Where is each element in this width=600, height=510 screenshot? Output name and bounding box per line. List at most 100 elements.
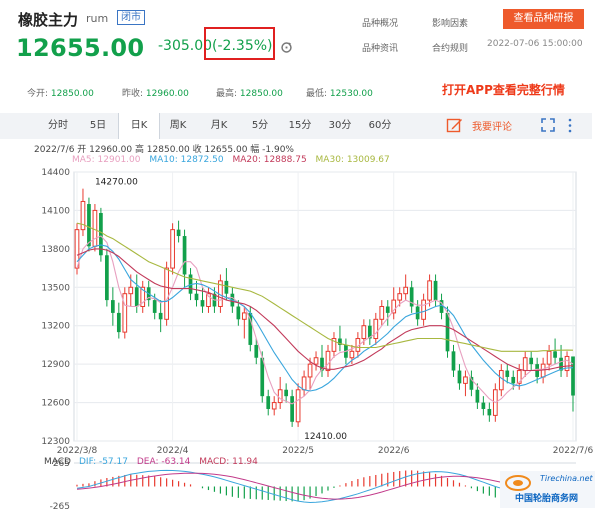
highlight-box: [204, 27, 275, 60]
refresh-icon[interactable]: [280, 41, 293, 54]
candle-body: [553, 351, 557, 358]
candle-body: [445, 312, 450, 352]
candle-body: [379, 306, 385, 320]
candle-body: [498, 370, 504, 391]
dea-legend: DEA: -63.14: [136, 457, 191, 467]
view-research-button[interactable]: 查看品种研报: [503, 9, 584, 29]
candle-body: [301, 376, 307, 391]
quote-timestamp: 2022-07-06 15:00:00: [487, 39, 583, 49]
candle-body: [236, 306, 241, 320]
tab-60min[interactable]: 60分: [360, 113, 400, 139]
candle-body: [176, 229, 181, 237]
stat-value: 12850.00: [239, 89, 283, 99]
candle-body: [116, 312, 121, 333]
stat-value: 12850.00: [50, 89, 94, 99]
ma-legend: MA5: 12901.00 MA10: 12872.50 MA20: 12888…: [72, 155, 396, 165]
candle-body: [313, 357, 319, 365]
write-comment-link[interactable]: 我要评论: [472, 118, 512, 133]
candle-body: [403, 286, 409, 295]
candle-body: [349, 350, 355, 359]
candle-body: [122, 293, 128, 333]
instrument-title: 橡胶主力: [18, 11, 79, 29]
stat-label: 昨收:: [122, 89, 144, 99]
candle-body: [307, 363, 313, 378]
open-app-link[interactable]: 打开APP查看完整行情: [442, 81, 565, 98]
x-tick-label: 2022/5: [282, 446, 314, 456]
candle-body: [475, 389, 480, 403]
tab-weekly-k[interactable]: 周K: [158, 113, 198, 139]
y-tick-label: 12600: [41, 399, 70, 409]
market-status-badge: 闭市: [117, 10, 145, 25]
candle-body: [164, 267, 169, 320]
ma-line-ma20: [76, 248, 574, 372]
tab-5day[interactable]: 5日: [78, 113, 118, 139]
candle-body: [110, 300, 115, 313]
dif-legend: DIF: -57.17: [79, 457, 128, 467]
candle-body: [463, 376, 468, 384]
candle-body: [373, 318, 379, 340]
candle-body: [224, 280, 229, 294]
price-annotation: 14270.00: [95, 178, 138, 188]
candle-body: [128, 286, 134, 295]
nav-overview-link[interactable]: 品种概况: [362, 16, 398, 29]
candle-body: [481, 402, 486, 409]
nav-rules-link[interactable]: 合约规则: [432, 41, 468, 54]
candle-body: [421, 299, 426, 320]
ma5-legend: MA5: 12901.00: [72, 155, 141, 165]
dea-line: [76, 472, 574, 500]
candle-body: [457, 370, 462, 384]
nav-factors-link[interactable]: 影响因素: [432, 16, 468, 29]
macd-tick-label: -265: [50, 502, 70, 510]
plot-frame: [73, 171, 577, 442]
x-tick-label: 2022/7/6: [553, 446, 594, 456]
tab-daily-k[interactable]: 日K: [118, 113, 160, 139]
expand-icon[interactable]: [541, 118, 555, 132]
candle-body: [451, 351, 456, 371]
more-vertical-icon[interactable]: [567, 117, 573, 134]
candle-body: [200, 300, 205, 307]
candle-body: [158, 312, 163, 320]
candle-body: [277, 389, 283, 404]
stat-value: 12960.00: [145, 89, 189, 99]
macd-label: MACD: [44, 457, 71, 467]
price-annotation: 12410.00: [304, 432, 347, 442]
stat-label: 今开:: [27, 89, 49, 99]
instrument-code: rum: [86, 12, 109, 25]
x-tick-label: 2022/4: [157, 446, 189, 456]
candle-body: [522, 357, 528, 372]
candle-body: [194, 293, 199, 301]
y-tick-label: 13800: [41, 245, 70, 255]
stat-label: 最高:: [216, 89, 238, 99]
last-price: 12655.00: [16, 34, 145, 62]
tab-30min[interactable]: 30分: [320, 113, 360, 139]
ma20-legend: MA20: 12888.75: [232, 155, 307, 165]
candle-body: [254, 344, 259, 358]
candle-body: [134, 287, 139, 307]
candle-body: [152, 300, 157, 313]
candle-body: [361, 325, 367, 340]
y-tick-label: 12900: [41, 360, 70, 370]
candle-body: [433, 280, 438, 301]
tab-5min[interactable]: 5分: [240, 113, 280, 139]
candle-body: [397, 293, 403, 301]
candle-body: [385, 306, 390, 313]
x-tick-label: 2022/6: [378, 446, 410, 456]
stat-low: 最低: 12530.00: [306, 86, 373, 99]
candle-body: [505, 370, 510, 377]
x-tick-label: 2022/3/8: [57, 446, 98, 456]
candle-body: [529, 357, 534, 365]
macd-value-legend: MACD: 11.94: [199, 457, 258, 467]
tab-intraday[interactable]: 分时: [38, 113, 78, 139]
candle-body: [105, 255, 109, 301]
stat-label: 最低:: [306, 89, 328, 99]
tab-monthly-k[interactable]: 月K: [199, 113, 239, 139]
site-logo-url: Tirechina.net: [540, 474, 593, 483]
ma-line-ma5: [76, 235, 574, 405]
candle-body: [92, 209, 98, 247]
candle-body: [170, 229, 175, 269]
tab-15min[interactable]: 15分: [280, 113, 320, 139]
stat-high: 最高: 12850.00: [216, 86, 283, 99]
edit-icon[interactable]: [446, 117, 463, 134]
macd-legend: DIF: -57.17 DEA: -63.14 MACD: 11.94: [79, 457, 264, 467]
nav-news-link[interactable]: 品种资讯: [362, 41, 398, 54]
